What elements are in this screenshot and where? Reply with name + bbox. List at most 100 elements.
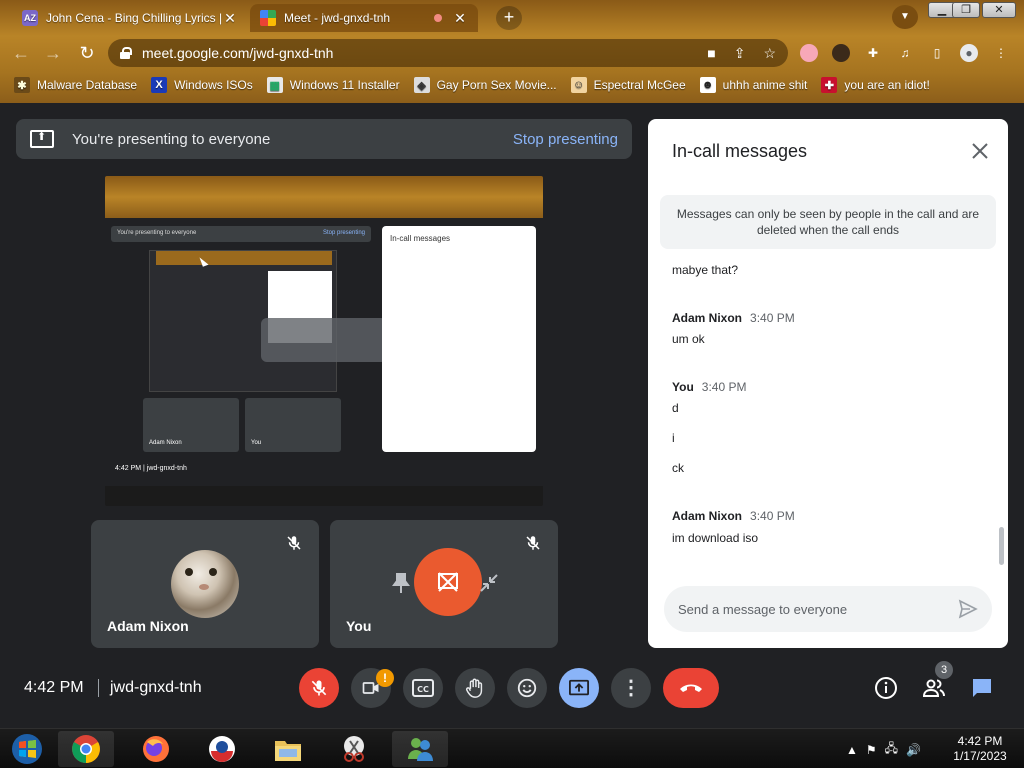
taskbar-file-explorer[interactable] <box>260 731 316 767</box>
meet-favicon-icon <box>260 10 276 26</box>
meeting-info-icon[interactable] <box>874 676 898 700</box>
new-tab-button[interactable]: + <box>496 6 522 30</box>
bookmark-windows-11-installer[interactable]: ▦ Windows 11 Installer <box>266 77 400 93</box>
reactions-button[interactable] <box>507 668 547 708</box>
close-tab-icon[interactable]: ✕ <box>222 10 238 27</box>
bookmarks-bar: ✱ Malware Database X Windows ISOs ▦ Wind… <box>0 70 1024 100</box>
obama-logo-icon <box>209 736 235 762</box>
profile-icon[interactable]: ● <box>960 44 978 62</box>
present-screen-button[interactable] <box>559 668 599 708</box>
bookmark-you-are-an-idiot[interactable]: ✚ you are an idiot! <box>821 77 930 93</box>
tab-lyrics[interactable]: AZ John Cena - Bing Chilling Lyrics | ✕ <box>12 4 248 32</box>
hang-up-icon <box>680 684 702 692</box>
bookmark-anime[interactable]: ☻ uhhh anime shit <box>699 77 807 93</box>
tab-search-chevron-icon[interactable]: ▼ <box>892 5 918 29</box>
close-panel-icon[interactable] <box>970 141 990 161</box>
system-tray: ▲ ⚑ 🖧 🔊 <box>846 739 921 760</box>
participant-tile-you[interactable]: You <box>330 520 558 648</box>
taskbar-chrome[interactable] <box>58 731 114 767</box>
message-header: Adam Nixon 3:40 PM <box>672 311 795 325</box>
media-queue-icon[interactable]: ♫ <box>896 44 914 62</box>
camera-warning-badge: ! <box>376 669 394 687</box>
message-input[interactable] <box>678 598 938 620</box>
message-sender: Adam Nixon <box>672 311 743 325</box>
panel-title: In-call messages <box>672 141 808 161</box>
share-icon[interactable]: ⇪ <box>734 45 746 62</box>
x-icon: X <box>151 77 168 93</box>
message-text: mabye that? <box>672 263 739 277</box>
lock-icon <box>120 47 132 59</box>
taskbar-obama-app[interactable] <box>194 731 250 767</box>
people-icon[interactable] <box>922 676 946 700</box>
chat-icon[interactable] <box>970 676 994 700</box>
chrome-icon <box>72 735 100 763</box>
address-bar[interactable]: meet.google.com/jwd-gnxd-tnh ■ ⇪ ☆ <box>108 39 788 67</box>
pin-icon[interactable] <box>392 572 410 594</box>
show-hidden-icons-icon[interactable]: ▲ <box>846 743 858 757</box>
avatar-extension-icon[interactable] <box>832 44 850 62</box>
raise-hand-button[interactable] <box>455 668 495 708</box>
folder-icon <box>275 741 301 761</box>
presenting-indicator <box>414 548 482 616</box>
maximize-button[interactable]: ❐ <box>952 2 980 18</box>
reload-icon[interactable]: ↻ <box>76 42 98 64</box>
screen-share-preview: You're presenting to everyone Stop prese… <box>105 176 543 506</box>
volume-icon[interactable]: 🔊 <box>906 743 921 757</box>
trans-flag-extension-icon[interactable] <box>800 44 818 62</box>
bookmark-espectral-mcgee[interactable]: ☺ Espectral McGee <box>570 77 686 93</box>
menu-kebab-icon[interactable]: ⋮ <box>992 44 1010 62</box>
kebab-icon: ⋮ <box>621 677 641 699</box>
leave-call-button[interactable] <box>663 668 719 708</box>
bookmark-gay-porn-sex-movie[interactable]: ◈ Gay Porn Sex Movie... <box>413 77 557 93</box>
present-screen-icon <box>569 679 589 696</box>
bookmark-malware-database[interactable]: ✱ Malware Database <box>14 77 137 93</box>
tab-meet[interactable]: Meet - jwd-gnxd-tnh ✕ <box>250 4 478 32</box>
taskbar-firefox[interactable] <box>128 731 184 767</box>
avatar <box>171 550 239 618</box>
shared-bottom-bar: 4:42 PM | jwd-gnxd-tnh <box>115 465 187 472</box>
close-tab-icon[interactable]: ✕ <box>452 10 468 27</box>
action-center-flag-icon[interactable]: ⚑ <box>866 743 877 757</box>
presenting-text: You're presenting to everyone <box>72 130 271 148</box>
puzzle-extensions-icon[interactable]: ✚ <box>864 44 882 62</box>
forward-arrow-icon[interactable]: → <box>42 42 64 64</box>
stop-presenting-button[interactable]: Stop presenting <box>513 131 618 148</box>
taskbar-clock[interactable]: 4:42 PM 1/17/2023 <box>948 734 1012 764</box>
message-time: 3:40 PM <box>750 509 795 523</box>
back-arrow-icon[interactable]: ← <box>10 42 32 64</box>
message-text: i <box>672 431 675 445</box>
side-panel-icon[interactable]: ▯ <box>928 44 946 62</box>
close-window-button[interactable]: ✕ <box>982 2 1016 18</box>
participant-tile-adam-nixon[interactable]: Adam Nixon <box>91 520 319 648</box>
hand-icon <box>466 678 483 698</box>
more-options-button[interactable]: ⋮ <box>611 668 651 708</box>
network-icon[interactable]: 🖧 <box>885 739 898 760</box>
bookmark-windows-isos[interactable]: X Windows ISOs <box>151 77 253 93</box>
shared-tile-adam: Adam Nixon <box>143 398 239 452</box>
browser-chrome: AZ John Cena - Bing Chilling Lyrics | ✕ … <box>0 0 1024 103</box>
chat-scrollbar[interactable] <box>999 527 1004 565</box>
meeting-code: jwd-gnxd-tnh <box>110 679 202 696</box>
presenting-banner: You're presenting to everyone Stop prese… <box>16 119 632 159</box>
shared-taskbar <box>105 486 543 506</box>
divider <box>98 679 99 697</box>
chat-notice: Messages can only be seen by people in t… <box>660 195 996 249</box>
tab-strip: AZ John Cena - Bing Chilling Lyrics | ✕ … <box>0 0 1024 36</box>
taskbar-snipping-tool[interactable] <box>326 731 382 767</box>
captions-button[interactable]: CC <box>403 668 443 708</box>
participant-name: You <box>346 618 372 634</box>
camera-icon[interactable]: ■ <box>707 45 715 62</box>
send-icon[interactable] <box>958 599 978 619</box>
start-button[interactable] <box>0 731 54 767</box>
message-compose <box>664 586 992 632</box>
messenger-people-icon <box>408 738 433 761</box>
mic-toggle-button[interactable] <box>299 668 339 708</box>
participant-count-badge: 3 <box>935 661 953 679</box>
message-text: ck <box>672 461 684 475</box>
taskbar-messenger[interactable] <box>392 731 448 767</box>
mic-off-icon <box>526 536 540 550</box>
nested-chrome <box>156 251 332 265</box>
shared-presenting-banner: You're presenting to everyone Stop prese… <box>111 226 371 242</box>
star-icon[interactable]: ☆ <box>763 45 776 62</box>
minimize-self-icon[interactable] <box>478 572 500 594</box>
